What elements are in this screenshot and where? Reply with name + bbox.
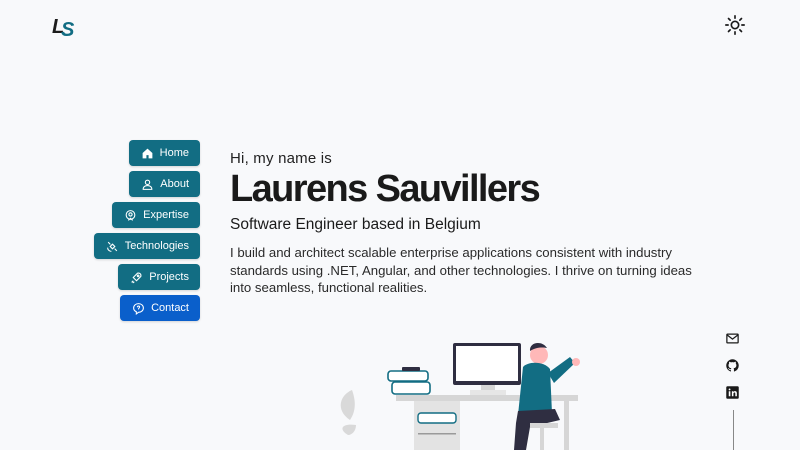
social-links — [725, 331, 740, 400]
nav-item-label: Technologies — [124, 240, 189, 252]
svg-text:S: S — [61, 19, 75, 40]
satellite-icon — [106, 241, 117, 252]
rocket-icon — [131, 272, 142, 283]
question-bubble-icon — [133, 302, 144, 315]
nav-item-projects[interactable]: Projects — [118, 264, 200, 290]
expertise-icon — [125, 209, 136, 221]
bio-text: I build and architect scalable enterpris… — [230, 245, 692, 295]
logo[interactable]: L S — [52, 12, 80, 40]
side-nav: Home About Expertise Technologies Projec… — [93, 140, 200, 321]
greeting: Hi, my name is — [230, 150, 332, 167]
social-divider-line — [733, 410, 734, 450]
nav-item-label: Projects — [149, 271, 189, 283]
home-icon — [142, 148, 153, 158]
nav-item-label: Contact — [151, 302, 189, 314]
user-icon — [142, 179, 153, 190]
nav-item-label: Home — [159, 147, 189, 159]
subtitle: Software Engineer based in Belgium — [230, 216, 481, 233]
nav-item-home[interactable]: Home — [128, 140, 200, 166]
github-icon[interactable] — [725, 358, 740, 373]
nav-item-label: Expertise — [143, 209, 189, 221]
mail-icon[interactable] — [725, 331, 740, 346]
nav-item-expertise[interactable]: Expertise — [112, 202, 200, 228]
page-title: Laurens Sauvillers — [230, 168, 541, 210]
nav-item-label: About — [160, 178, 189, 190]
developer-illustration — [340, 342, 580, 450]
sun-icon[interactable] — [724, 14, 746, 36]
linkedin-icon[interactable] — [725, 385, 740, 400]
nav-item-technologies[interactable]: Technologies — [93, 233, 200, 259]
nav-item-contact[interactable]: Contact — [120, 295, 200, 321]
nav-item-about[interactable]: About — [129, 171, 200, 197]
hero-section: Hi, my name is Laurens Sauvillers Softwa… — [230, 150, 700, 297]
